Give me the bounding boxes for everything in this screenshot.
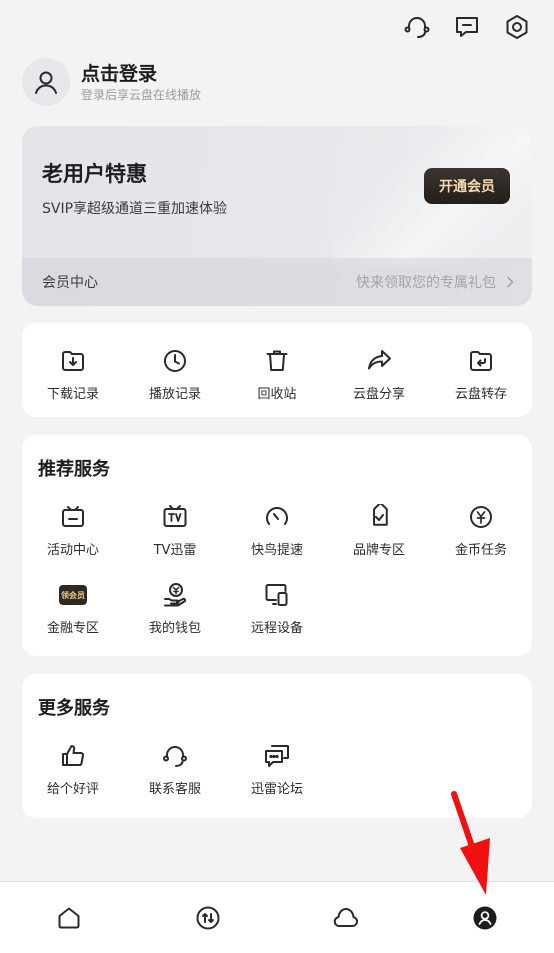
cloud-icon — [332, 905, 360, 931]
finance-zone-button[interactable]: 领会员 金融专区 — [22, 581, 124, 636]
rate-us-label: 给个好评 — [46, 782, 99, 797]
more-services-title: 更多服务 — [38, 698, 110, 719]
xunlei-forum-button[interactable]: 迅雷论坛 — [226, 742, 328, 797]
my-wallet-label: 我的钱包 — [148, 621, 201, 636]
download-history-label: 下载记录 — [46, 387, 99, 402]
coin-icon — [467, 503, 495, 531]
finance-zone-label: 金融专区 — [46, 621, 99, 636]
customer-service-icon[interactable] — [402, 12, 432, 42]
cloud-transfer-button[interactable]: 云盘转存 — [430, 347, 532, 402]
profile-login[interactable]: 点击登录 登录后享云盘在线播放 — [22, 58, 201, 106]
forum-icon — [263, 742, 291, 770]
recycle-bin-label: 回收站 — [257, 387, 297, 402]
play-history-button[interactable]: 播放记录 — [124, 347, 226, 402]
open-membership-button[interactable]: 开通会员 — [424, 168, 510, 204]
speed-boost-label: 快鸟提速 — [250, 543, 303, 558]
headset-icon — [161, 742, 189, 770]
annotation-arrow-icon — [451, 791, 490, 895]
contact-support-button[interactable]: 联系客服 — [124, 742, 226, 797]
login-title[interactable]: 点击登录 — [81, 61, 201, 87]
tv-xunlei-label: TV迅雷 — [153, 543, 197, 558]
activity-center-label: 活动中心 — [46, 543, 99, 558]
home-icon — [56, 905, 82, 931]
tv-icon — [161, 503, 189, 531]
brand-zone-button[interactable]: 品牌专区 — [328, 503, 430, 558]
cloud-share-label: 云盘分享 — [352, 387, 405, 402]
settings-icon[interactable] — [502, 12, 532, 42]
cloud-share-button[interactable]: 云盘分享 — [328, 347, 430, 402]
chevron-right-icon — [506, 276, 514, 288]
trash-icon — [263, 347, 291, 375]
gift-pack-label: 快来领取您的专属礼包 — [356, 275, 496, 291]
download-icon — [59, 347, 87, 375]
brand-zone-label: 品牌专区 — [352, 543, 405, 558]
vip-title: 老用户特惠 — [42, 162, 147, 186]
nav-cloud[interactable] — [326, 898, 366, 938]
remote-device-button[interactable]: 远程设备 — [226, 581, 328, 636]
quick-actions-card: 下载记录 播放记录 回收站 云盘分享 云盘转存 — [22, 323, 532, 417]
avatar[interactable] — [22, 58, 70, 106]
download-history-button[interactable]: 下载记录 — [22, 347, 124, 402]
contact-support-label: 联系客服 — [148, 782, 201, 797]
activity-center-button[interactable]: 活动中心 — [22, 503, 124, 558]
clock-icon — [161, 347, 189, 375]
remote-device-icon — [263, 581, 291, 609]
nav-transfer[interactable] — [188, 898, 228, 938]
remote-device-label: 远程设备 — [250, 621, 303, 636]
speed-boost-button[interactable]: 快鸟提速 — [226, 503, 328, 558]
xunlei-forum-label: 迅雷论坛 — [250, 782, 303, 797]
coin-task-button[interactable]: 金币任务 — [430, 503, 532, 558]
speedometer-icon — [263, 503, 291, 531]
recommended-services-card: 推荐服务 活动中心 TV迅雷 快鸟提速 品牌专区 金币任务 领会员 金融专区 我… — [22, 435, 532, 656]
folder-save-icon — [467, 347, 495, 375]
transfer-icon — [195, 905, 221, 931]
share-icon — [365, 347, 393, 375]
recommended-services-title: 推荐服务 — [38, 459, 110, 480]
gift-pack-link[interactable]: 快来领取您的专属礼包 — [356, 272, 514, 292]
login-subtitle: 登录后享云盘在线播放 — [81, 88, 202, 102]
thumbs-up-icon — [59, 742, 87, 770]
member-center-link[interactable]: 会员中心 — [42, 272, 98, 292]
wallet-icon — [161, 581, 189, 609]
cloud-transfer-label: 云盘转存 — [454, 387, 507, 402]
finance-badge: 领会员 — [59, 585, 87, 605]
nav-home[interactable] — [49, 898, 89, 938]
vip-promo-card[interactable]: 老用户特惠 SVIP享超级通道三重加速体验 开通会员 会员中心 快来领取您的专属… — [22, 126, 532, 306]
activity-icon — [59, 503, 87, 531]
message-icon[interactable] — [452, 12, 482, 42]
profile-icon — [472, 905, 498, 931]
tv-xunlei-button[interactable]: TV迅雷 — [124, 503, 226, 558]
finance-badge-icon: 领会员 — [59, 581, 87, 609]
my-wallet-button[interactable]: 我的钱包 — [124, 581, 226, 636]
recycle-bin-button[interactable]: 回收站 — [226, 347, 328, 402]
vip-subtitle: SVIP享超级通道三重加速体验 — [42, 201, 228, 217]
top-toolbar — [402, 12, 532, 42]
vip-footer[interactable]: 会员中心 快来领取您的专属礼包 — [22, 258, 532, 306]
brand-tag-icon — [365, 503, 393, 531]
play-history-label: 播放记录 — [148, 387, 201, 402]
coin-task-label: 金币任务 — [454, 543, 507, 558]
rate-us-button[interactable]: 给个好评 — [22, 742, 124, 797]
